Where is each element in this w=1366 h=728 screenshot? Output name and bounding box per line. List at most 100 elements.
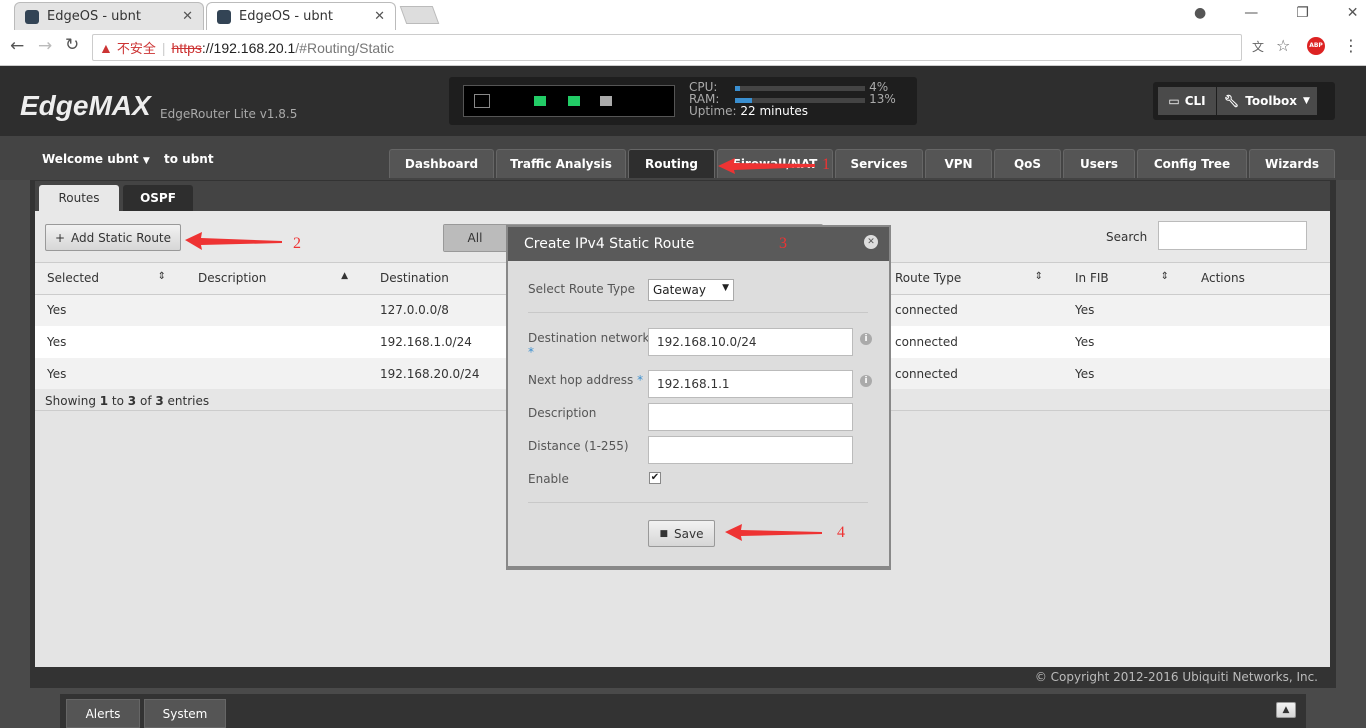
tab-routing[interactable]: Routing (628, 149, 715, 178)
back-icon[interactable]: ← (10, 36, 24, 56)
url-scheme: https (171, 39, 202, 56)
minimize-icon[interactable]: — (1244, 5, 1258, 21)
menu-icon[interactable]: ⋮ (1343, 36, 1359, 55)
bottom-bar (60, 694, 1306, 728)
to-user-label: to ubnt (164, 152, 214, 166)
tools-group: ▭ CLI 🔧︎ Toolbox ▼ (1153, 82, 1335, 120)
floppy-disk-icon: ■ (659, 528, 669, 539)
tab-traffic-analysis[interactable]: Traffic Analysis (496, 149, 626, 178)
close-tab-icon[interactable]: ✕ (374, 9, 385, 24)
wrench-icon: 🔧︎ (1224, 94, 1240, 108)
search-input[interactable] (1158, 221, 1307, 250)
route-type-select[interactable]: Gateway ▼ (648, 279, 734, 301)
tab-dashboard[interactable]: Dashboard (389, 149, 494, 178)
add-static-route-button[interactable]: + Add Static Route (45, 224, 181, 251)
tab-title: EdgeOS - ubnt (47, 9, 141, 24)
url-input[interactable]: ▲ 不安全 | https ://192.168.20.1 /#Routing/… (92, 34, 1242, 61)
profile-icon[interactable]: ● (1194, 5, 1206, 21)
col-route-type[interactable]: Route Type ⇕ (883, 263, 1063, 295)
col-in-fib[interactable]: In FIB ⇕ (1063, 263, 1189, 295)
bookmark-star-icon[interactable]: ☆ (1276, 36, 1290, 55)
address-bar-row: ← → ↻ ▲ 不安全 | https ://192.168.20.1 /#Ro… (0, 30, 1366, 66)
forward-icon[interactable]: → (38, 36, 52, 56)
new-tab-button[interactable] (399, 6, 440, 24)
tab-services[interactable]: Services (835, 149, 923, 178)
tab-qos[interactable]: QoS (994, 149, 1061, 178)
tab-wizards[interactable]: Wizards (1249, 149, 1335, 178)
dialog-header: Create IPv4 Static Route ✕ (508, 227, 889, 261)
url-host: ://192.168.20.1 (201, 39, 296, 56)
uptime-value: 22 minutes (740, 104, 809, 118)
edgemax-logo: EdgeMAX (20, 90, 151, 121)
copyright: © Copyright 2012-2016 Ubiquiti Networks,… (1034, 670, 1318, 684)
save-button[interactable]: ■ Save (648, 520, 715, 547)
distance-input[interactable] (648, 436, 853, 464)
window-controls: ● — ❐ ✕ (1194, 5, 1359, 21)
browser-tab-bar: EdgeOS - ubnt ✕ EdgeOS - ubnt ✕ ● — ❐ ✕ (0, 0, 1366, 30)
welcome-menu[interactable]: Welcome ubnt ▼ (42, 152, 150, 166)
ram-bar (735, 98, 866, 103)
adblock-icon[interactable]: ABP (1307, 37, 1325, 55)
create-route-dialog: Create IPv4 Static Route ✕ Select Route … (506, 225, 891, 570)
port-display (463, 85, 675, 117)
subtab-routes[interactable]: Routes (39, 185, 119, 211)
expand-up-icon[interactable]: ▲ (1276, 702, 1296, 718)
model-label: EdgeRouter Lite v1.8.5 (160, 107, 298, 121)
destination-input[interactable]: 192.168.10.0/24 (648, 328, 853, 356)
destination-label: Destination network * (528, 331, 650, 359)
cli-button[interactable]: ▭ CLI (1158, 87, 1216, 115)
distance-label: Distance (1-255) (528, 439, 629, 453)
port-eth1-icon (568, 96, 580, 106)
uptime-label: Uptime: (689, 104, 737, 118)
alerts-button[interactable]: Alerts (66, 699, 140, 728)
annotation-3: 3 (779, 235, 787, 252)
col-selected[interactable]: Selected ⇕ (35, 263, 186, 295)
dialog-title: Create IPv4 Static Route (524, 236, 695, 252)
next-hop-input[interactable]: 192.168.1.1 (648, 370, 853, 398)
plus-icon: + (54, 230, 66, 245)
system-button[interactable]: System (144, 699, 226, 728)
browser-tab-active[interactable]: EdgeOS - ubnt ✕ (206, 2, 396, 30)
status-panel: CPU: 4% RAM: 13% Uptime: 22 minutes (449, 77, 917, 125)
subtab-ospf[interactable]: OSPF (123, 185, 193, 211)
close-window-icon[interactable]: ✕ (1347, 5, 1359, 21)
col-description[interactable]: Description ▲ (186, 263, 368, 295)
description-input[interactable] (648, 403, 853, 431)
tab-users[interactable]: Users (1063, 149, 1135, 178)
tab-vpn[interactable]: VPN (925, 149, 992, 178)
tab-config-tree[interactable]: Config Tree (1137, 149, 1247, 178)
url-path: /#Routing/Static (295, 39, 395, 56)
ram-value: 13% (869, 92, 896, 106)
port-eth0-icon (534, 96, 546, 106)
next-hop-label: Next hop address * (528, 373, 644, 387)
enable-label: Enable (528, 472, 569, 486)
annotation-2: 2 (293, 235, 301, 252)
edgeos-favicon (25, 9, 39, 24)
console-port-icon (474, 94, 490, 108)
annotation-4: 4 (837, 524, 845, 541)
edgeos-favicon (217, 9, 231, 24)
port-eth2-icon (600, 96, 612, 106)
close-dialog-icon[interactable]: ✕ (864, 235, 878, 249)
caret-down-icon: ▼ (1303, 96, 1310, 106)
security-label: 不安全 (116, 41, 156, 56)
save-label: Save (674, 526, 704, 541)
toolbox-button[interactable]: 🔧︎ Toolbox ▼ (1217, 87, 1317, 115)
close-tab-icon[interactable]: ✕ (182, 9, 193, 24)
filter-all-button[interactable]: All (444, 225, 506, 251)
cli-label: CLI (1184, 94, 1206, 108)
dialog-body: Select Route Type Gateway ▼ Destination n… (508, 261, 889, 566)
info-icon[interactable]: i (860, 333, 872, 345)
reload-icon[interactable]: ↻ (65, 35, 79, 55)
restore-icon[interactable]: ❐ (1296, 5, 1309, 21)
tab-title: EdgeOS - ubnt (239, 9, 333, 24)
terminal-icon: ▭ (1168, 94, 1180, 108)
cpu-bar (735, 86, 866, 91)
info-icon[interactable]: i (860, 375, 872, 387)
translate-icon[interactable]: 文 (1252, 38, 1264, 55)
caret-down-icon: ▼ (722, 283, 729, 293)
search-label: Search (1106, 230, 1148, 244)
browser-tab[interactable]: EdgeOS - ubnt ✕ (14, 2, 204, 30)
tab-firewall-nat[interactable]: Firewall/NAT (717, 149, 833, 178)
enable-checkbox[interactable]: ✔ (649, 472, 661, 484)
